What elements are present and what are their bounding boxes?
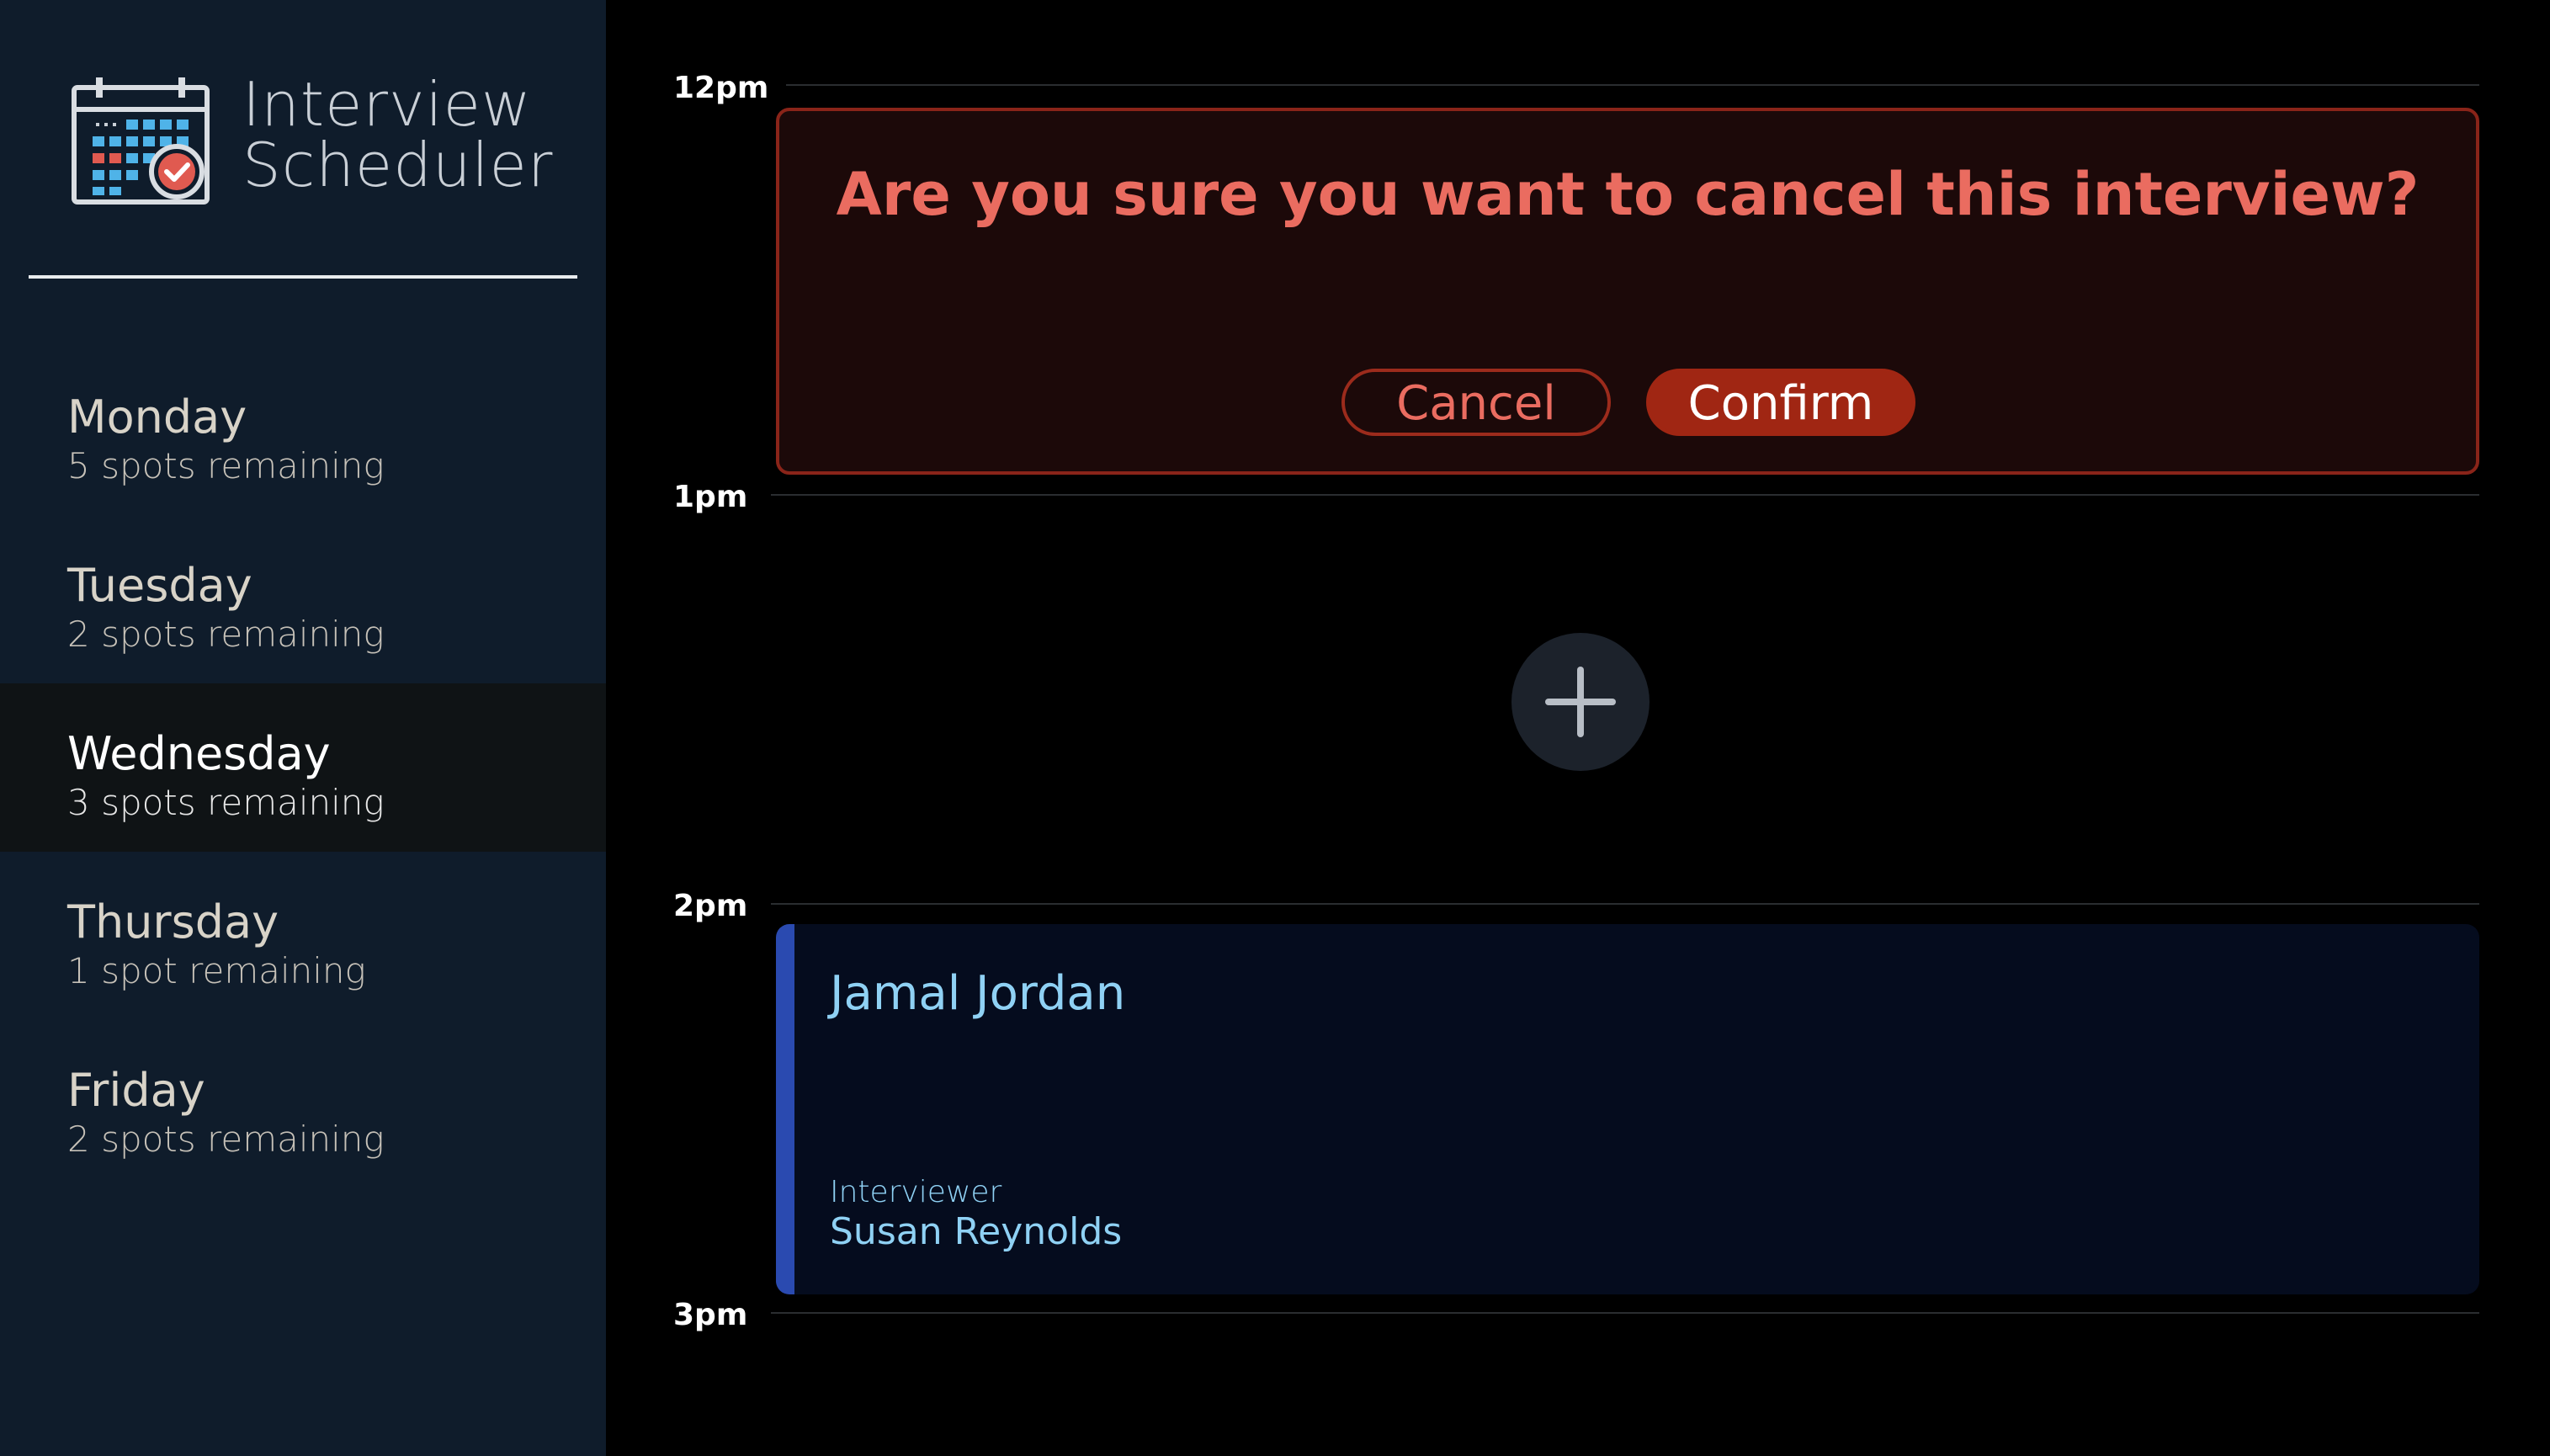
hour-label: 3pm [673, 1298, 748, 1332]
hour-divider [786, 84, 2479, 86]
plus-icon [1545, 667, 1616, 737]
app-root: Interview Scheduler Monday 5 spots remai… [0, 0, 2550, 1456]
hour-label: 1pm [673, 480, 748, 514]
day-name: Monday [67, 391, 247, 444]
day-spots: 5 spots remaining [67, 445, 385, 486]
day-item-wednesday[interactable]: Wednesday 3 spots remaining [0, 683, 606, 852]
student-name: Jamal Jordan [830, 966, 1126, 1021]
calendar-logo-icon [72, 77, 210, 205]
appointment-card[interactable]: Jamal Jordan Interviewer Susan Reynolds [776, 924, 2479, 1294]
app-title: Interview Scheduler [242, 74, 553, 195]
day-spots: 2 spots remaining [67, 1119, 385, 1160]
hour-divider [771, 494, 2479, 496]
day-name: Friday [67, 1064, 205, 1117]
day-item-monday[interactable]: Monday 5 spots remaining [0, 347, 606, 515]
day-spots: 3 spots remaining [67, 782, 385, 823]
day-name: Thursday [67, 895, 279, 949]
day-name: Wednesday [67, 727, 331, 780]
day-item-tuesday[interactable]: Tuesday 2 spots remaining [0, 515, 606, 683]
cancel-confirmation-panel: Are you sure you want to cancel this int… [776, 108, 2479, 475]
hour-label: 2pm [673, 889, 748, 923]
sidebar: Interview Scheduler Monday 5 spots remai… [0, 0, 606, 1456]
interviewer-label: Interviewer [830, 1175, 1002, 1209]
interviewer-name: Susan Reynolds [830, 1210, 1123, 1253]
app-title-line2: Scheduler [242, 130, 554, 200]
confirm-button[interactable]: Confirm [1646, 369, 1915, 436]
hour-label: 12pm [673, 71, 769, 105]
day-item-thursday[interactable]: Thursday 1 spot remaining [0, 852, 606, 1020]
cancel-button[interactable]: Cancel [1341, 369, 1611, 436]
day-name: Tuesday [67, 559, 252, 612]
app-title-line1: Interview [242, 69, 532, 140]
hour-divider [771, 1312, 2479, 1314]
confirm-question: Are you sure you want to cancel this int… [836, 160, 2420, 229]
hour-divider [771, 903, 2479, 905]
sidebar-divider [29, 275, 577, 279]
day-item-friday[interactable]: Friday 2 spots remaining [0, 1020, 606, 1188]
day-spots: 1 spot remaining [67, 950, 366, 991]
add-appointment-button[interactable] [1511, 633, 1650, 771]
schedule: 12pm 1pm 2pm 3pm Are you sure you want t… [606, 0, 2550, 1456]
day-spots: 2 spots remaining [67, 614, 385, 655]
